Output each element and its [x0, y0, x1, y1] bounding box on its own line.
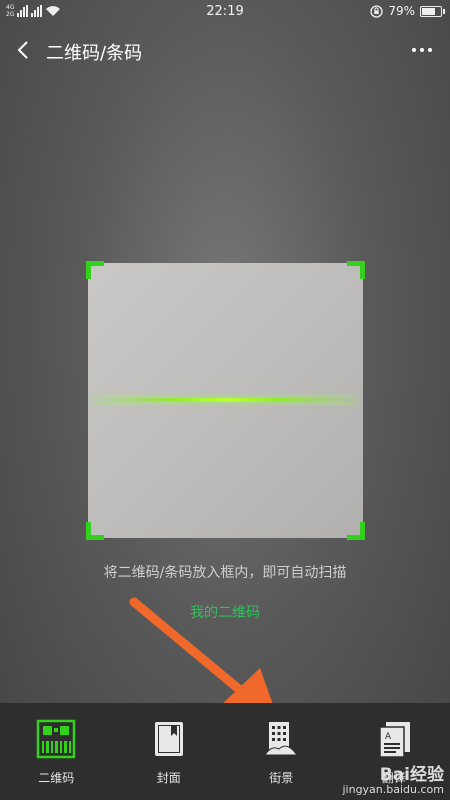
- more-dots-icon[interactable]: [410, 40, 434, 60]
- tab-label: 二维码: [38, 771, 75, 785]
- scan-line: [94, 398, 357, 402]
- book-cover-icon: [154, 722, 183, 756]
- street-view-icon: [264, 722, 299, 756]
- app-header: 二维码/条码: [0, 30, 450, 70]
- tab-street-view[interactable]: 街景: [225, 703, 338, 800]
- rotation-lock-icon: [370, 4, 383, 18]
- battery-percent: 79%: [388, 4, 415, 18]
- frame-corner-top-left: [86, 261, 104, 279]
- battery-icon: [420, 5, 445, 17]
- status-bar: 4G 2G 22:19 79%: [0, 0, 450, 24]
- translate-doc-icon: A: [379, 722, 410, 758]
- watermark: Bai经验 jingyan.baidu.com: [342, 765, 444, 797]
- scan-frame: [86, 261, 365, 540]
- tab-cover[interactable]: 封面: [113, 703, 226, 800]
- frame-corner-top-right: [347, 261, 365, 279]
- status-right: 79%: [370, 4, 445, 18]
- frame-corner-bottom-right: [347, 522, 365, 540]
- tab-qr-code[interactable]: 二维码: [0, 703, 113, 800]
- tab-label: 街景: [269, 771, 294, 785]
- scan-hint: 将二维码/条码放入框内，即可自动扫描: [103, 565, 347, 581]
- page-title: 二维码/条码: [46, 43, 143, 64]
- back-chevron-icon[interactable]: [12, 38, 36, 62]
- tab-label: 封面: [156, 771, 181, 785]
- frame-corner-bottom-left: [86, 522, 104, 540]
- bottom-tab-bar: 二维码 封面 街景 A 翻译 Bai经验 jingyan.baidu.com: [0, 703, 450, 800]
- svg-text:A: A: [385, 732, 392, 742]
- qr-barcode-icon: [37, 719, 76, 759]
